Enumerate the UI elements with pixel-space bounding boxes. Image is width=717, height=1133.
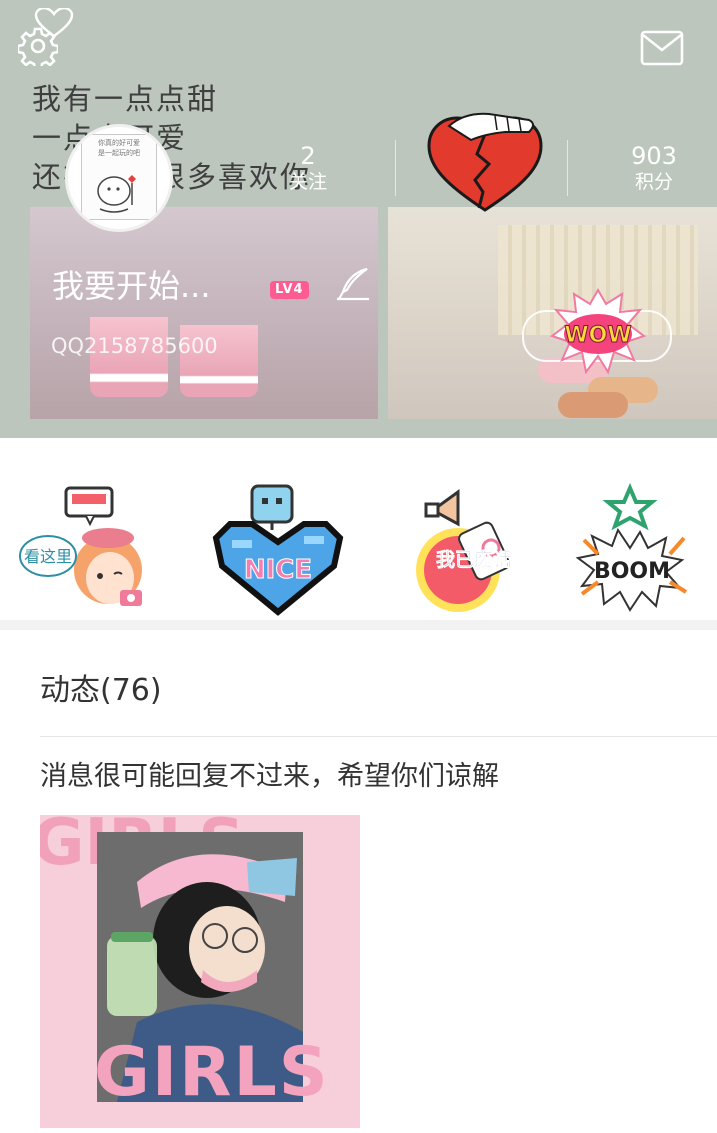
gear-icon[interactable] [18,26,58,66]
wow-label: WOW [564,323,631,348]
avatar[interactable]: 你真的好可爱 是一起玩的吧 [65,124,173,232]
mail-icon[interactable] [640,28,684,68]
post-image[interactable]: GIRLS GIRLS [40,815,360,1128]
header-photo-left [30,207,378,419]
boom-star-sticker-icon: BOOM [575,482,688,612]
avatar-drawing: 你真的好可爱 是一起玩的吧 [81,134,157,220]
profile-nickname: 我要开始... [52,267,211,305]
feather-pen-icon[interactable] [335,266,371,302]
pixel-heart-nice-sticker-icon: NICE [212,484,344,616]
level-badge: LV4 [270,281,309,299]
girls-caption: GIRLS [94,1033,330,1112]
sticker-row: 看这里 NICE 我已废话 BOOM [0,438,717,620]
sticker-nice-label: NICE [244,555,312,585]
profile-header: 我有一点点甜 一点点可爱 还有很多很多喜欢你 你真的 [0,0,717,438]
sticker-megaphone-label: 我已废话 [436,548,512,571]
following-stat[interactable]: 2 关注 [278,142,338,194]
sticker-megaphone[interactable]: 我已废话 [396,478,536,618]
macaron [558,392,628,418]
post-text: 消息很可能回复不过来，希望你们谅解 [40,761,499,792]
points-count: 903 [631,142,677,170]
sticker-nice[interactable]: NICE [208,478,348,618]
points-label: 积分 [634,171,673,193]
stat-divider [567,140,568,196]
doodle-character-icon [97,175,136,213]
feed-separator [40,736,717,737]
stat-divider [395,140,396,196]
following-count: 2 [300,142,316,170]
section-divider [0,620,717,630]
wow-burst-icon: WOW [548,286,648,378]
megaphone-sticker-icon: 我已废话 [416,489,512,612]
points-stat[interactable]: 903 积分 [618,142,690,194]
sticker-look-here[interactable]: 看这里 [16,478,156,618]
sticker-boom[interactable]: BOOM [570,478,710,618]
avatar-caption-line2: 是一起玩的吧 [98,149,140,157]
sticker-boom-label: BOOM [594,559,670,584]
feed-title[interactable]: 动态(76) [40,672,162,710]
following-label: 关注 [288,171,327,193]
broken-heart-sticker-icon [425,110,545,214]
avatar-caption-line1: 你真的好可爱 [98,139,140,147]
account-id: QQ2158785600 [51,334,218,358]
girl-look-here-sticker-icon: 看这里 [19,486,142,606]
sticker-look-here-label: 看这里 [24,547,72,566]
